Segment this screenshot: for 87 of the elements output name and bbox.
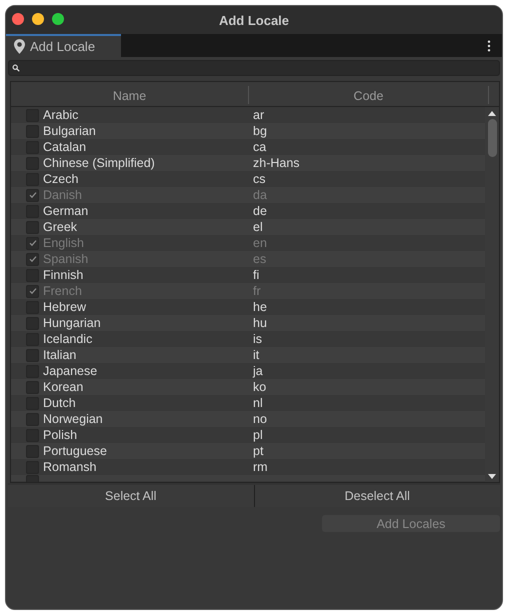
zoom-button[interactable]: [52, 13, 64, 25]
locale-code: pl: [253, 428, 263, 442]
checkbox[interactable]: [26, 444, 39, 458]
locale-name: English: [43, 236, 85, 250]
window-title: Add Locale: [218, 12, 290, 28]
tab[interactable]: Add Locale: [6, 34, 122, 57]
checkbox[interactable]: [26, 332, 39, 346]
locale-name: Danish: [43, 188, 83, 202]
close-button[interactable]: [12, 13, 24, 25]
checkbox[interactable]: [26, 284, 39, 298]
locale-code: is: [253, 332, 262, 346]
locale-name: Czech: [43, 172, 80, 186]
locale-name: Catalan: [43, 140, 88, 154]
checkbox[interactable]: [26, 316, 39, 330]
locale-code: en: [253, 236, 267, 250]
checkbox[interactable]: [26, 268, 39, 282]
locale-name: Greek: [43, 220, 78, 234]
checkbox[interactable]: [26, 108, 39, 122]
locale-code: ca: [253, 140, 266, 154]
more-options-icon[interactable]: [487, 40, 491, 52]
locale-name: Hungarian: [43, 316, 102, 330]
checkbox[interactable]: [26, 124, 39, 138]
checkbox[interactable]: [26, 156, 39, 170]
locale-code: ja: [253, 364, 263, 378]
check-icon: [28, 286, 38, 296]
checkbox[interactable]: [26, 204, 39, 218]
locale-name: Dutch: [43, 396, 77, 410]
scroll-up-arrow-icon[interactable]: [488, 111, 496, 116]
minimize-button[interactable]: [32, 13, 44, 25]
locale-code: hu: [253, 316, 267, 330]
locale-code: fi: [253, 268, 260, 282]
column-header[interactable]: Code: [249, 86, 489, 104]
checkbox[interactable]: [26, 236, 39, 250]
locale-name: Hebrew: [43, 300, 88, 314]
checkbox[interactable]: [26, 188, 39, 202]
checkbox[interactable]: [26, 412, 39, 426]
locale-code: pt: [253, 444, 264, 458]
locale-name: Norwegian: [43, 412, 104, 426]
scroll-down-arrow-icon[interactable]: [488, 474, 496, 479]
locale-code: rm: [253, 460, 268, 474]
checkbox[interactable]: [26, 396, 39, 410]
locale-code: no: [253, 412, 267, 426]
selection-button[interactable]: Deselect All: [254, 485, 500, 507]
scroll-thumb[interactable]: [488, 119, 496, 157]
checkbox[interactable]: [26, 172, 39, 186]
checkbox[interactable]: [26, 252, 39, 266]
selection-button[interactable]: Select All: [8, 485, 254, 507]
checkbox[interactable]: [26, 348, 39, 362]
checkbox[interactable]: [26, 140, 39, 154]
check-icon: [28, 190, 38, 200]
locale-code: ar: [253, 108, 264, 122]
locale-code: bg: [253, 124, 267, 138]
checkbox[interactable]: [26, 300, 39, 314]
checkbox[interactable]: [26, 220, 39, 234]
locale-code: es: [253, 252, 266, 266]
locale-code: da: [253, 188, 267, 202]
locale-code: ko: [253, 380, 266, 394]
checkbox[interactable]: [26, 460, 39, 474]
checkbox[interactable]: [26, 364, 39, 378]
location-pin-icon: [14, 39, 25, 54]
locale-name: Bulgarian: [43, 124, 97, 138]
locale-name: Polish: [43, 428, 78, 442]
checkbox[interactable]: [26, 380, 39, 394]
locale-code: de: [253, 204, 267, 218]
locale-name: French: [43, 284, 83, 298]
locale-name: Chinese (Simplified): [43, 156, 156, 170]
checkbox[interactable]: [26, 428, 39, 442]
locale-name: Italian: [43, 348, 78, 362]
locale-name: Japanese: [43, 364, 98, 378]
locale-code: el: [253, 220, 263, 234]
locale-code: zh-Hans: [253, 156, 300, 170]
locale-name: Spanish: [43, 252, 90, 266]
locale-code: nl: [253, 396, 263, 410]
locale-name: Portuguese: [43, 444, 108, 458]
locale-code: cs: [253, 172, 266, 186]
locale-name: Icelandic: [43, 332, 94, 346]
search-field[interactable]: [8, 60, 500, 76]
column-header[interactable]: Name: [11, 86, 249, 104]
locale-code: it: [253, 348, 260, 362]
locale-code: fr: [253, 284, 261, 298]
locale-code: he: [253, 300, 267, 314]
locale-name: Finnish: [43, 268, 84, 282]
search-icon: [12, 64, 20, 72]
locale-name: German: [43, 204, 90, 218]
locale-name: Arabic: [43, 108, 80, 122]
locale-name: Romansh: [43, 460, 98, 474]
locale-name: Korean: [43, 380, 84, 394]
